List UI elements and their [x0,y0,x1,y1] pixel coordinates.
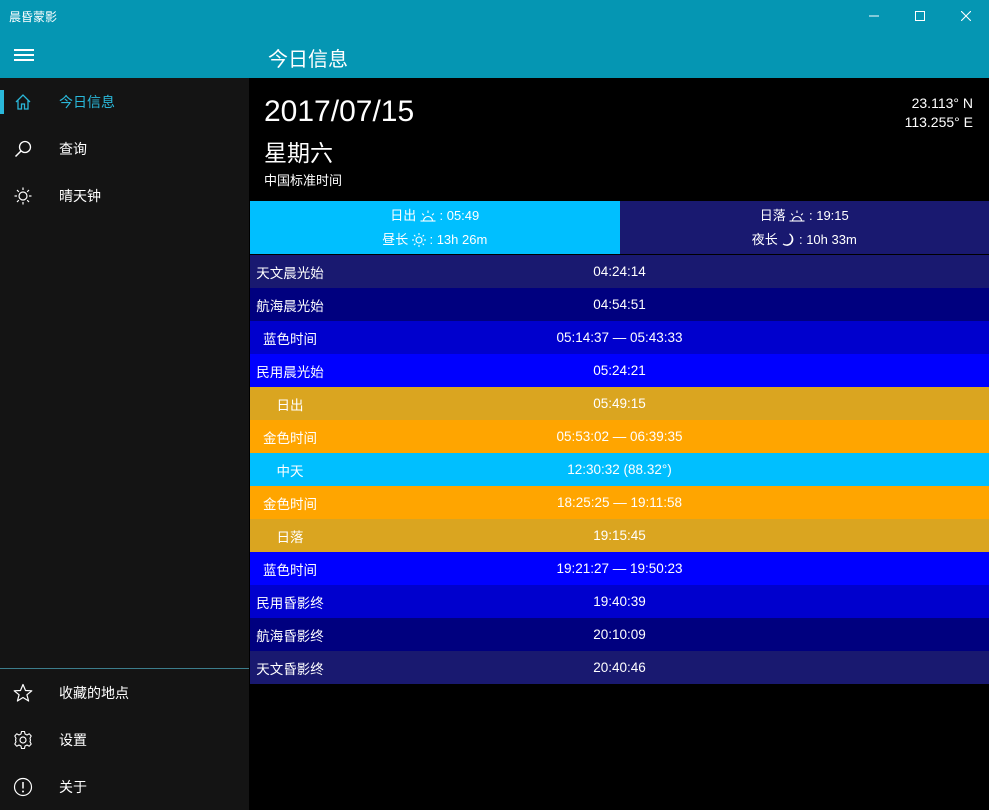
minimize-button[interactable] [851,0,897,32]
event-time: 18:25:25 — 19:11:58 [556,495,683,510]
event-time: 05:53:02 — 06:39:35 [556,429,683,444]
event-name: 航海昏影终 [256,628,324,644]
day-length-label: 昼长 [382,231,409,247]
event-time: 19:15:45 [593,528,646,543]
minimize-icon [869,15,879,17]
event-name: 蓝色时间 [263,562,317,578]
sun-summary-panel: 日出 : 05:49 昼长 : 13h 26m 日落 : 19:15 夜长 : … [250,201,989,254]
timezone-label: 中国标准时间 [264,173,343,188]
event-name: 蓝色时间 [263,331,317,347]
event-name: 金色时间 [263,496,317,512]
day-summary: 日出 : 05:49 昼长 : 13h 26m [250,201,620,254]
event-time: 20:40:46 [593,660,646,675]
night-length: 10h 33m [806,231,857,247]
info-icon [0,777,46,797]
event-name: 天文晨光始 [256,265,324,281]
sidebar-item-label: 今日信息 [59,93,115,110]
sunset-icon [789,210,805,222]
sunrise-time: 05:49 [446,207,480,223]
close-icon [961,11,971,21]
table-row: 蓝色时间 19:21:27 — 19:50:23 [250,552,989,585]
gear-icon [0,730,46,750]
app-title: 晨昏蒙影 [9,9,58,24]
sun-icon [411,233,426,248]
table-row: 日落 19:15:45 [250,519,989,552]
sidebar-item-clear-sky-clock[interactable]: 晴天钟 [0,172,249,219]
event-name: 天文昏影终 [256,661,324,677]
maximize-icon [915,11,925,21]
sunrise-label: 日出 [390,207,417,223]
moon-icon [782,233,794,246]
event-time: 04:54:51 [593,297,646,312]
event-name: 航海晨光始 [256,298,324,314]
sidebar-item-label: 晴天钟 [59,187,101,204]
day-length: 13h 26m [436,231,488,247]
sidebar-item-label: 关于 [59,778,87,795]
event-time: 05:14:37 — 05:43:33 [556,330,683,345]
table-row: 金色时间 05:53:02 — 06:39:35 [250,420,989,453]
sidebar-item-today[interactable]: 今日信息 [0,78,249,125]
event-time: 04:24:14 [593,264,646,279]
star-icon [0,683,46,703]
hamburger-menu-button[interactable] [0,32,48,78]
twilight-times-list: 天文晨光始 04:24:14 航海晨光始 04:54:51 蓝色时间 05:14:37 —… [250,255,989,684]
night-length-label: 夜长 [751,231,778,247]
table-row: 天文昏影终 20:40:46 [250,651,989,684]
sunset-label: 日落 [759,207,786,223]
latitude: 23.113° N [911,95,973,111]
close-button[interactable] [943,0,989,32]
night-summary: 日落 : 19:15 夜长 : 10h 33m [619,201,989,254]
table-row: 蓝色时间 05:14:37 — 05:43:33 [250,321,989,354]
event-name: 日落 [276,529,304,545]
home-icon [0,93,46,111]
longitude: 113.255° E [904,114,973,130]
table-row: 日出 05:49:15 [250,387,989,420]
sidebar-item-label: 收藏的地点 [59,684,129,701]
weekday-display: 星期六 [264,140,333,166]
table-row: 民用晨光始 05:24:21 [250,354,989,387]
table-row: 民用昏影终 19:40:39 [250,585,989,618]
event-name: 日出 [276,397,304,413]
event-time: 05:49:15 [593,396,646,411]
sidebar-item-favorites[interactable]: 收藏的地点 [0,669,249,716]
day-length-separator: : [429,231,437,247]
sidebar-item-label: 设置 [59,731,87,748]
coordinates: 23.113° N 113.255° E [905,94,973,132]
date-display: 2017/07/15 [264,95,415,128]
sidebar-bottom: 收藏的地点 设置 关于 [0,669,249,810]
event-time: 20:10:09 [593,627,646,642]
sun-icon [0,187,46,205]
event-time: 19:21:27 — 19:50:23 [556,561,683,576]
sidebar-item-label: 查询 [59,140,87,157]
event-time: 05:24:21 [593,363,646,378]
sunrise-icon [420,210,436,222]
search-icon [0,140,46,158]
table-row: 航海晨光始 04:54:51 [250,288,989,321]
event-name: 金色时间 [263,430,317,446]
app-bar: 今日信息 [0,32,989,78]
table-row: 天文晨光始 04:24:14 [250,255,989,288]
maximize-button[interactable] [897,0,943,32]
sunrise-separator: : [439,207,447,223]
table-row: 金色时间 18:25:25 — 19:11:58 [250,486,989,519]
event-name: 民用晨光始 [256,364,324,380]
event-time: 12:30:32 (88.32°) [567,462,672,477]
table-row: 中天 12:30:32 (88.32°) [250,453,989,486]
sidebar: 今日信息 查询 晴天钟 收藏的地点 设置 关于 [0,78,249,810]
sidebar-item-settings[interactable]: 设置 [0,716,249,763]
sidebar-item-search[interactable]: 查询 [0,125,249,172]
title-bar: 晨昏蒙影 [0,0,989,32]
page-title: 今日信息 [268,49,348,71]
sidebar-item-about[interactable]: 关于 [0,763,249,810]
event-name: 民用昏影终 [256,595,324,611]
sunset-time: 19:15 [816,207,849,223]
table-row: 航海昏影终 20:10:09 [250,618,989,651]
hamburger-icon [14,49,34,61]
event-name: 中天 [276,463,304,479]
main-content: 2017/07/15 星期六 中国标准时间 23.113° N 113.255°… [250,78,989,810]
event-time: 19:40:39 [593,594,646,609]
